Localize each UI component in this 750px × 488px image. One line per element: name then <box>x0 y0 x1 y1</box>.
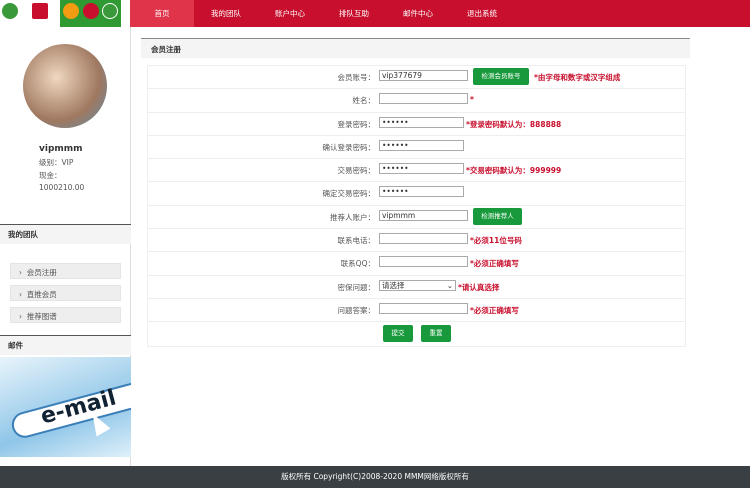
sidebar-item-label: 直推会员 <box>26 290 57 299</box>
field-note: *登录密码默认为：888888 <box>466 119 562 129</box>
sidebar: vipmmm 级别：VIP 现金： 1000210.00 我的团队 › 会员注册… <box>0 27 131 466</box>
field-label: 推荐人账户： <box>330 212 375 222</box>
people-badge-icon <box>83 3 99 19</box>
sidebar-item-label: 会员注册 <box>26 268 57 277</box>
heart-badge-icon <box>63 3 79 19</box>
field-label: 交易密码： <box>337 166 376 176</box>
field-label: 确认登录密码： <box>322 142 376 152</box>
check-account-button[interactable]: 检测会员账号 <box>473 68 529 85</box>
sidebar-item-direct-members[interactable]: › 直推会员 <box>10 285 121 301</box>
logo <box>0 0 130 27</box>
field-note: * <box>470 95 474 105</box>
check-referrer-button[interactable]: 检测推荐人 <box>473 207 522 225</box>
row-qq: 联系QQ： *必须正确填写 <box>148 252 685 276</box>
reset-button[interactable]: 重置 <box>421 325 451 343</box>
row-referrer: 推荐人账户： vipmmm 检测推荐人 <box>148 206 685 230</box>
field-note: *必须正确填写 <box>470 259 519 269</box>
cash-label: 现金： <box>39 171 62 180</box>
avatar <box>23 44 107 128</box>
nav-my-team[interactable]: 我的团队 <box>194 0 258 27</box>
name-input[interactable] <box>379 93 468 105</box>
row-confirm-trade-password: 确定交易密码： •••••• <box>148 182 685 206</box>
row-name: 姓名： * <box>148 89 685 113</box>
sidebar-item-referral-tree[interactable]: › 推荐图谱 <box>10 307 121 323</box>
selected-option: 请选择 <box>382 280 405 290</box>
account-input[interactable]: vip377679 <box>379 70 468 81</box>
nav-home[interactable]: 首页 <box>130 0 194 27</box>
field-note: *由字母和数字或汉字组成 <box>534 73 621 82</box>
username: vipmmm <box>39 144 83 154</box>
sidebar-item-label: 推荐图谱 <box>26 312 57 321</box>
security-question-select[interactable]: 请选择 ⌄ <box>379 279 456 291</box>
mmm-badge-icon <box>102 3 118 19</box>
header: 首页 我的团队 账户中心 排队互助 邮件中心 退出系统 <box>0 0 750 27</box>
row-phone: 联系电话： *必须11位号码 <box>148 229 685 253</box>
answer-input[interactable] <box>379 302 468 314</box>
confirm-login-password-input[interactable]: •••••• <box>379 139 464 151</box>
login-password-input[interactable]: •••••• <box>379 116 464 128</box>
field-note: *必须11位号码 <box>470 236 522 246</box>
logo-badges <box>60 0 121 27</box>
field-note: *交易密码默认为：999999 <box>466 166 562 176</box>
main-nav: 首页 我的团队 账户中心 排队互助 邮件中心 退出系统 <box>130 0 514 27</box>
nav-queue[interactable]: 排队互助 <box>322 0 386 27</box>
team-section-title: 我的团队 <box>0 224 131 244</box>
field-label: 会员账号： <box>337 73 376 82</box>
submit-button[interactable]: 提交 <box>383 325 413 343</box>
chevron-down-icon: ⌄ <box>446 280 453 290</box>
cash-value: 1000210.00 <box>39 183 85 192</box>
mail-section-title: 邮件 <box>0 335 131 355</box>
field-label: 联系QQ： <box>340 259 375 269</box>
row-account: 会员账号： vip377679 检测会员账号 *由字母和数字或汉字组成 <box>148 66 685 90</box>
trade-password-input[interactable]: •••••• <box>379 163 464 175</box>
sidebar-item-register[interactable]: › 会员注册 <box>10 263 121 279</box>
field-label: 密保问题： <box>337 282 376 292</box>
row-security-question: 密保问题： 请选择 ⌄ *请认真选择 <box>148 276 685 299</box>
row-login-password: 登录密码： •••••• *登录密码默认为：888888 <box>148 113 685 136</box>
footer: 版权所有 Copyright(C)2008-2020 MMM网络版权所有 <box>0 466 750 488</box>
field-label: 联系电话： <box>337 236 376 246</box>
email-banner[interactable]: e-mail <box>0 357 131 457</box>
phone-input[interactable] <box>379 233 468 245</box>
field-label: 登录密码： <box>337 119 376 129</box>
qq-input[interactable] <box>379 256 468 268</box>
field-label: 确定交易密码： <box>322 189 376 199</box>
row-actions: 提交 重置 <box>148 322 685 345</box>
field-label: 姓名： <box>352 96 376 106</box>
row-trade-password: 交易密码： •••••• *交易密码默认为：999999 <box>148 159 685 183</box>
register-form: 会员账号： vip377679 检测会员账号 *由字母和数字或汉字组成 姓名： … <box>147 65 686 347</box>
field-note: *请认真选择 <box>458 282 500 292</box>
field-note: *必须正确填写 <box>470 305 519 315</box>
nav-account[interactable]: 账户中心 <box>258 0 322 27</box>
mmm-logo-icon <box>2 3 18 19</box>
nav-logout[interactable]: 退出系统 <box>450 0 514 27</box>
field-label: 问题答案： <box>337 305 376 315</box>
row-answer: 问题答案： *必须正确填写 <box>148 299 685 323</box>
row-confirm-login-password: 确认登录密码： •••••• <box>148 136 685 160</box>
referrer-input[interactable]: vipmmm <box>379 209 468 221</box>
main-content: 会员注册 会员账号： vip377679 检测会员账号 *由字母和数字或汉字组成… <box>141 38 690 347</box>
confirm-trade-password-input[interactable]: •••••• <box>379 186 464 198</box>
promo-badge-icon <box>32 3 48 19</box>
page-title: 会员注册 <box>141 38 690 58</box>
user-level: 级别：VIP <box>39 158 74 167</box>
nav-mail[interactable]: 邮件中心 <box>386 0 450 27</box>
